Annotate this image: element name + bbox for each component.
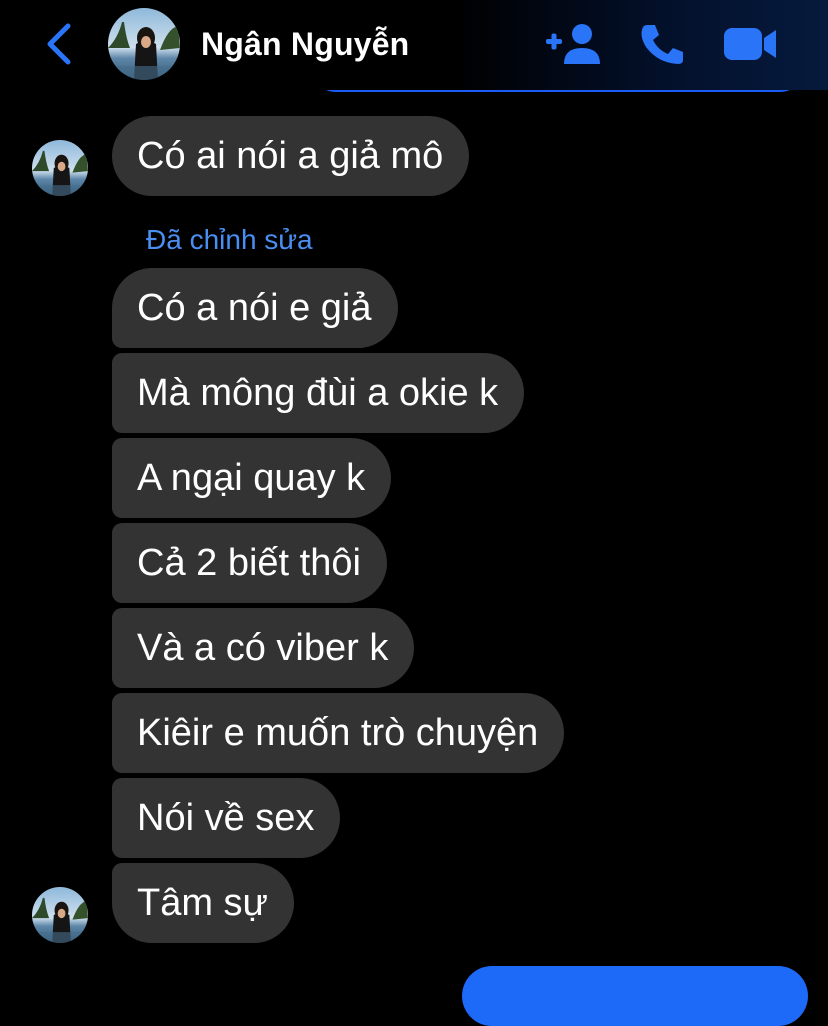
sender-avatar[interactable]: [32, 140, 88, 196]
received-message[interactable]: Cả 2 biết thôi: [112, 523, 387, 603]
received-message[interactable]: Tâm sự: [112, 863, 294, 943]
received-message[interactable]: Có a nói e giả: [112, 268, 398, 348]
avatar-photo: [32, 887, 88, 943]
add-person-icon: [546, 24, 600, 64]
received-message[interactable]: Và a có viber k: [112, 608, 415, 688]
received-message[interactable]: Nói về sex: [112, 778, 341, 858]
received-message[interactable]: Kiêir e muốn trò chuyện: [112, 693, 565, 773]
back-button[interactable]: [42, 22, 78, 66]
chevron-left-icon: [47, 23, 71, 65]
received-message[interactable]: Mà mông đùi a okie k: [112, 353, 525, 433]
received-message[interactable]: A ngại quay k: [112, 438, 392, 518]
contact-name[interactable]: Ngân Nguyễn: [201, 26, 409, 63]
avatar-photo: [108, 8, 180, 80]
received-message[interactable]: Có ai nói a giả mô: [112, 116, 470, 196]
voice-call-button[interactable]: [638, 22, 686, 66]
chat-header: Ngân Nguyễn: [0, 0, 828, 90]
sender-avatar[interactable]: [32, 887, 88, 943]
edited-label[interactable]: Đã chỉnh sửa: [146, 224, 313, 256]
contact-avatar[interactable]: [108, 8, 180, 80]
add-person-button[interactable]: [544, 22, 602, 66]
video-call-button[interactable]: [722, 26, 778, 62]
sent-message-bubble-partial[interactable]: [462, 966, 808, 1026]
avatar-photo: [32, 140, 88, 196]
phone-icon: [641, 25, 683, 64]
video-camera-icon: [724, 28, 776, 60]
